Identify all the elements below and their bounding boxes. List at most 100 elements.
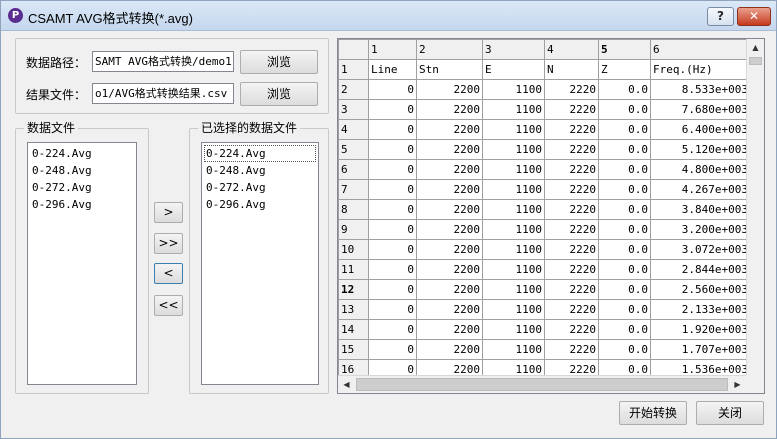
column-number-cell[interactable]: 1 [368,39,417,60]
column-number-cell[interactable]: 2 [416,39,483,60]
row-number-cell[interactable]: 2 [338,79,369,100]
header-cell[interactable]: Z [598,59,651,80]
table-cell[interactable]: 1100 [482,179,545,200]
table-cell[interactable]: 3.072e+003 [650,239,751,260]
table-cell[interactable]: 2220 [544,139,599,160]
table-cell[interactable]: 0 [368,139,417,160]
close-button[interactable]: 关闭 [696,401,764,425]
table-cell[interactable]: 1100 [482,239,545,260]
table-cell[interactable]: 2220 [544,119,599,140]
table-cell[interactable]: 4.800e+003 [650,159,751,180]
table-cell[interactable]: 0.0 [598,319,651,340]
table-cell[interactable]: 2220 [544,299,599,320]
table-cell[interactable]: 1100 [482,99,545,120]
table-cell[interactable]: 2.844e+003 [650,259,751,280]
table-cell[interactable]: 1100 [482,279,545,300]
add-file-button[interactable]: > [154,202,183,223]
remove-file-button[interactable]: < [154,263,183,284]
table-cell[interactable]: 0.0 [598,179,651,200]
table-cell[interactable]: 3.200e+003 [650,219,751,240]
table-cell[interactable]: 1100 [482,139,545,160]
data-path-input[interactable]: SAMT AVG格式转换/demo1 [92,51,234,72]
table-cell[interactable]: 2.133e+003 [650,299,751,320]
table-cell[interactable]: 0.0 [598,299,651,320]
table-cell[interactable]: 2200 [416,139,483,160]
table-cell[interactable]: 2200 [416,199,483,220]
row-number-cell[interactable]: 4 [338,119,369,140]
vertical-scrollbar[interactable]: ▲ [746,39,764,375]
list-item[interactable]: 0-272.Avg [204,179,316,196]
table-cell[interactable]: 0.0 [598,239,651,260]
column-number-cell[interactable]: 3 [482,39,545,60]
table-cell[interactable]: 0.0 [598,159,651,180]
table-cell[interactable]: 2220 [544,279,599,300]
list-item[interactable]: 0-224.Avg [30,145,134,162]
table-cell[interactable]: 2220 [544,219,599,240]
table-cell[interactable]: 1100 [482,299,545,320]
column-number-cell[interactable]: 6 [650,39,751,60]
table-cell[interactable]: 0.0 [598,79,651,100]
row-number-cell[interactable]: 1 [338,59,369,80]
data-grid[interactable]: 1 2 3 4 5 6 1 Line Stn E N Z Freq.(Hz) 2… [337,38,765,394]
row-number-cell[interactable]: 11 [338,259,369,280]
header-cell[interactable]: Line [368,59,417,80]
table-cell[interactable]: 1.707e+003 [650,339,751,360]
table-cell[interactable]: 1100 [482,159,545,180]
table-cell[interactable]: 3.840e+003 [650,199,751,220]
table-cell[interactable]: 2200 [416,259,483,280]
table-cell[interactable]: 2220 [544,99,599,120]
table-cell[interactable]: 2200 [416,239,483,260]
start-convert-button[interactable]: 开始转换 [619,401,687,425]
column-number-cell[interactable]: 4 [544,39,599,60]
window-close-button[interactable]: ✕ [737,7,771,26]
grid-corner-cell[interactable] [338,39,369,60]
table-cell[interactable]: 7.680e+003 [650,99,751,120]
table-cell[interactable]: 0 [368,219,417,240]
row-number-cell[interactable]: 7 [338,179,369,200]
table-cell[interactable]: 0 [368,179,417,200]
table-cell[interactable]: 0 [368,159,417,180]
table-cell[interactable]: 2220 [544,259,599,280]
table-cell[interactable]: 2220 [544,319,599,340]
table-cell[interactable]: 0.0 [598,119,651,140]
list-item[interactable]: 0-248.Avg [204,162,316,179]
table-cell[interactable]: 0.0 [598,279,651,300]
table-cell[interactable]: 4.267e+003 [650,179,751,200]
remove-all-files-button[interactable]: << [154,295,183,316]
table-cell[interactable]: 0.0 [598,99,651,120]
list-item[interactable]: 0-272.Avg [30,179,134,196]
table-cell[interactable]: 1100 [482,119,545,140]
table-cell[interactable]: 2200 [416,339,483,360]
table-cell[interactable]: 2220 [544,179,599,200]
help-button[interactable]: ? [707,7,734,26]
row-number-cell[interactable]: 13 [338,299,369,320]
header-cell[interactable]: E [482,59,545,80]
table-cell[interactable]: 2220 [544,339,599,360]
table-cell[interactable]: 0 [368,279,417,300]
browse-result-file-button[interactable]: 浏览 [240,82,318,106]
table-cell[interactable]: 0.0 [598,199,651,220]
row-number-cell[interactable]: 10 [338,239,369,260]
table-cell[interactable]: 0 [368,79,417,100]
scroll-right-icon[interactable]: ▶ [729,376,746,393]
title-bar[interactable]: P CSAMT AVG格式转换(*.avg) ? ✕ [1,1,776,31]
header-cell[interactable]: Freq.(Hz) [650,59,751,80]
table-cell[interactable]: 0 [368,119,417,140]
result-file-input[interactable]: o1/AVG格式转换结果.csv [92,83,234,104]
table-cell[interactable]: 0 [368,339,417,360]
list-item[interactable]: 0-248.Avg [30,162,134,179]
data-files-list[interactable]: 0-224.Avg 0-248.Avg 0-272.Avg 0-296.Avg [27,142,137,385]
list-item[interactable]: 0-296.Avg [30,196,134,213]
table-cell[interactable]: 5.120e+003 [650,139,751,160]
table-cell[interactable]: 1.920e+003 [650,319,751,340]
row-number-cell[interactable]: 5 [338,139,369,160]
row-number-cell[interactable]: 12 [338,279,369,300]
table-cell[interactable]: 2220 [544,239,599,260]
list-item[interactable]: 0-296.Avg [204,196,316,213]
horizontal-scroll-thumb[interactable] [356,378,728,391]
scroll-up-icon[interactable]: ▲ [747,39,764,56]
row-number-cell[interactable]: 15 [338,339,369,360]
table-cell[interactable]: 1100 [482,339,545,360]
table-cell[interactable]: 2200 [416,299,483,320]
browse-data-path-button[interactable]: 浏览 [240,50,318,74]
